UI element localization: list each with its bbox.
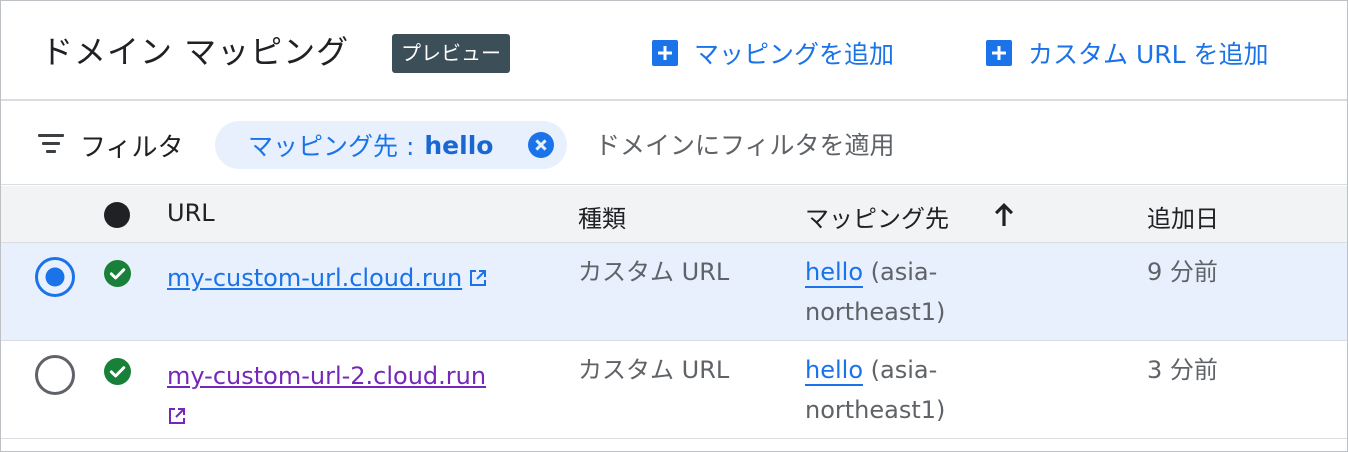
add-mapping-label: マッピングを追加: [694, 40, 895, 69]
preview-badge: プレビュー: [392, 34, 510, 73]
open-in-new-icon: [470, 270, 487, 286]
filter-bar: フィルタ マッピング先 : hello: [1, 103, 1347, 185]
add-mapping-button[interactable]: マッピングを追加: [652, 33, 894, 73]
add-custom-url-label: カスタム URL を追加: [1028, 40, 1269, 69]
column-header-url[interactable]: URL: [167, 199, 215, 227]
plus-box-icon: [652, 40, 678, 66]
filter-chip-value: hello: [424, 130, 494, 160]
status-dot-icon: [104, 202, 130, 228]
open-in-new-icon: [169, 408, 185, 424]
column-header-type[interactable]: 種類: [578, 199, 626, 234]
arrow-up-icon[interactable]: [992, 200, 1016, 228]
filter-chip-mapping[interactable]: マッピング先 : hello: [215, 121, 567, 169]
domain-mappings-panel: ドメイン マッピング プレビュー マッピングを追加 カスタム URL を追加 フ…: [0, 0, 1348, 452]
mapping-service-link[interactable]: hello: [805, 356, 863, 386]
added-cell: 9 分前: [1147, 258, 1218, 286]
row-radio[interactable]: [35, 355, 75, 395]
check-circle-icon: [104, 260, 131, 287]
table-row[interactable]: my-custom-url.cloud.run カスタム URL hello (…: [1, 243, 1347, 341]
filter-chip-label: マッピング先 :: [248, 132, 415, 161]
mapping-cell: hello (asia-northeast1): [805, 350, 1005, 430]
type-cell: カスタム URL: [578, 356, 730, 384]
column-header-mapping[interactable]: マッピング先: [805, 199, 949, 234]
row-radio-selected[interactable]: [35, 257, 75, 297]
filter-input[interactable]: [595, 123, 1295, 167]
table-header-row: URL 種類 マッピング先 追加日: [1, 186, 1347, 243]
filter-list-icon[interactable]: [38, 134, 64, 156]
check-circle-icon: [104, 358, 131, 385]
url-link[interactable]: my-custom-url-2.cloud.run: [167, 356, 527, 436]
type-cell: カスタム URL: [578, 258, 730, 286]
cancel-circle-icon[interactable]: [528, 132, 554, 158]
mapping-cell: hello (asia-northeast1): [805, 252, 1005, 332]
url-link[interactable]: my-custom-url.cloud.run: [167, 258, 527, 298]
added-cell: 3 分前: [1147, 356, 1218, 384]
mapping-service-link[interactable]: hello: [805, 258, 863, 288]
table-row[interactable]: my-custom-url-2.cloud.run カスタム URL hello…: [1, 341, 1347, 439]
filter-label[interactable]: フィルタ: [80, 127, 183, 164]
plus-box-icon: [986, 40, 1012, 66]
column-header-added[interactable]: 追加日: [1147, 199, 1219, 234]
add-custom-url-button[interactable]: カスタム URL を追加: [986, 33, 1269, 73]
page-header: ドメイン マッピング プレビュー マッピングを追加 カスタム URL を追加: [1, 1, 1347, 101]
page-title: ドメイン マッピング: [41, 33, 350, 71]
